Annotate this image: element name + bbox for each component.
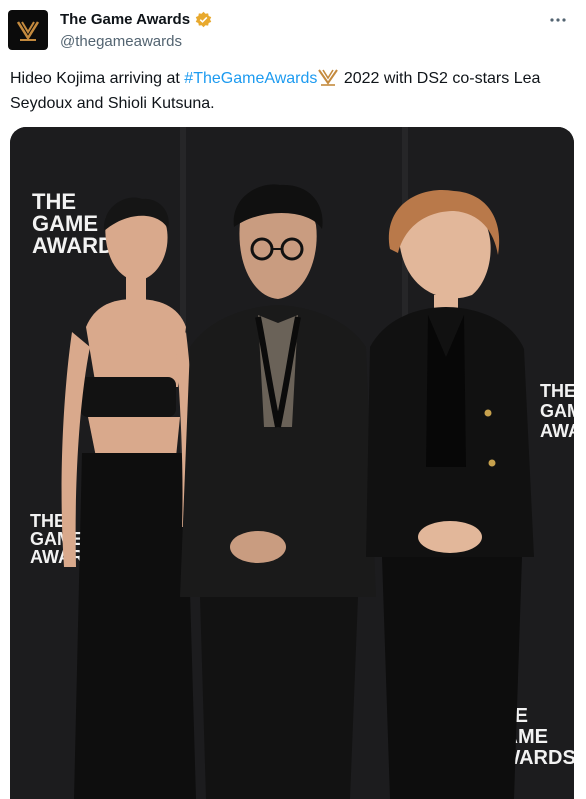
tweet-text: Hideo Kojima arriving at #TheGameAwards … [10, 66, 576, 116]
tweet-text-part: Hideo Kojima arriving at [10, 70, 185, 87]
tga-logo-icon [16, 21, 40, 41]
more-icon[interactable] [546, 10, 570, 30]
backdrop-logo: THE GAME AWARDS [540, 381, 574, 441]
photo-illustration: THE GAME AWARDS THE GAME AWARDS THE GAME… [10, 127, 574, 799]
display-name[interactable]: The Game Awards [60, 11, 190, 28]
svg-text:GAME: GAME [540, 401, 574, 421]
avatar[interactable] [8, 10, 48, 50]
svg-text:AWARDS: AWARDS [540, 421, 574, 441]
svg-text:THE: THE [540, 381, 574, 401]
svg-text:THE: THE [30, 511, 66, 531]
handle[interactable]: @thegameawards [60, 33, 182, 50]
trophy-emoji-icon [318, 69, 339, 86]
tweet-photo[interactable]: THE GAME AWARDS THE GAME AWARDS THE GAME… [10, 127, 574, 799]
svg-text:GAME: GAME [30, 529, 84, 549]
verified-badge-icon [195, 11, 212, 28]
author-name-row: The Game Awards [60, 11, 212, 28]
hashtag-link[interactable]: #TheGameAwards [184, 70, 317, 87]
